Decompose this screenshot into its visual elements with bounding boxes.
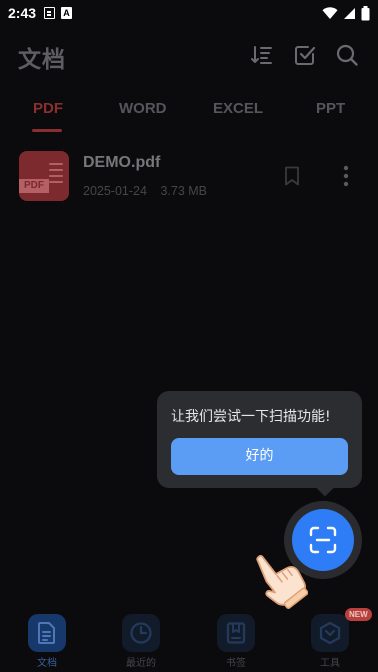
nav-item-documents[interactable]: 文档 <box>17 614 77 670</box>
file-size: 3.73 MB <box>160 184 207 198</box>
search-icon[interactable] <box>335 43 359 67</box>
nav-bookmarks-icon-box <box>217 614 255 652</box>
file-meta: 2025-01-24 3.73 MB <box>83 184 207 198</box>
nav-item-bookmarks[interactable]: 书签 <box>206 614 266 670</box>
notification-doc-icon <box>44 7 56 19</box>
pdf-thumb-tag: PDF <box>19 179 49 193</box>
app-header: 文档 <box>0 26 378 82</box>
tooltip-ok-button[interactable]: 好的 <box>171 438 348 475</box>
file-list-item[interactable]: PDF DEMO.pdf 2025-01-24 3.73 MB <box>0 146 378 210</box>
pdf-file-icon: PDF <box>19 151 69 201</box>
status-bar: 2:43 A <box>0 0 378 26</box>
select-check-icon[interactable] <box>293 43 317 67</box>
more-options-icon[interactable] <box>336 164 356 188</box>
tab-excel[interactable]: EXCEL <box>213 100 263 117</box>
tab-word[interactable]: WORD <box>119 100 167 117</box>
nav-item-tools[interactable]: NEW 工具 <box>300 608 372 670</box>
bookmark-icon <box>226 622 246 644</box>
tooltip-message: 让我们尝试一下扫描功能! <box>171 409 331 425</box>
nav-documents-icon-box <box>28 614 66 652</box>
scan-tooltip: 让我们尝试一下扫描功能! 好的 <box>157 391 362 488</box>
new-badge: NEW <box>345 608 372 621</box>
pointing-hand-icon <box>256 555 308 609</box>
clock-icon <box>130 622 152 644</box>
battery-icon <box>361 5 370 20</box>
nav-documents-label: 文档 <box>37 658 57 669</box>
nav-recent-icon-box <box>122 614 160 652</box>
nav-tools-icon-box: NEW <box>311 608 372 652</box>
nav-tools-label: 工具 <box>320 658 340 669</box>
nav-recent-label: 最近的 <box>126 658 156 669</box>
bookmark-icon[interactable] <box>283 166 301 186</box>
document-icon <box>38 622 55 644</box>
tab-ppt[interactable]: PPT <box>316 100 345 117</box>
wifi-icon <box>322 6 338 19</box>
file-name: DEMO.pdf <box>83 154 161 171</box>
active-tab-indicator <box>32 129 62 132</box>
file-date: 2025-01-24 <box>83 184 147 198</box>
file-type-tabs: PDF WORD EXCEL PPT <box>0 92 378 136</box>
sort-icon[interactable] <box>250 43 274 67</box>
tab-pdf[interactable]: PDF <box>33 100 63 117</box>
nav-item-recent[interactable]: 最近的 <box>111 614 171 670</box>
nav-bookmarks-label: 书签 <box>226 658 246 669</box>
tools-icon <box>319 621 341 645</box>
scan-icon <box>309 526 337 554</box>
bottom-navigation: 文档 最近的 书签 NEW 工具 <box>0 606 378 672</box>
signal-icon <box>344 7 355 19</box>
notification-a-icon: A <box>61 7 73 19</box>
page-title: 文档 <box>18 47 66 73</box>
status-time: 2:43 <box>8 5 37 21</box>
